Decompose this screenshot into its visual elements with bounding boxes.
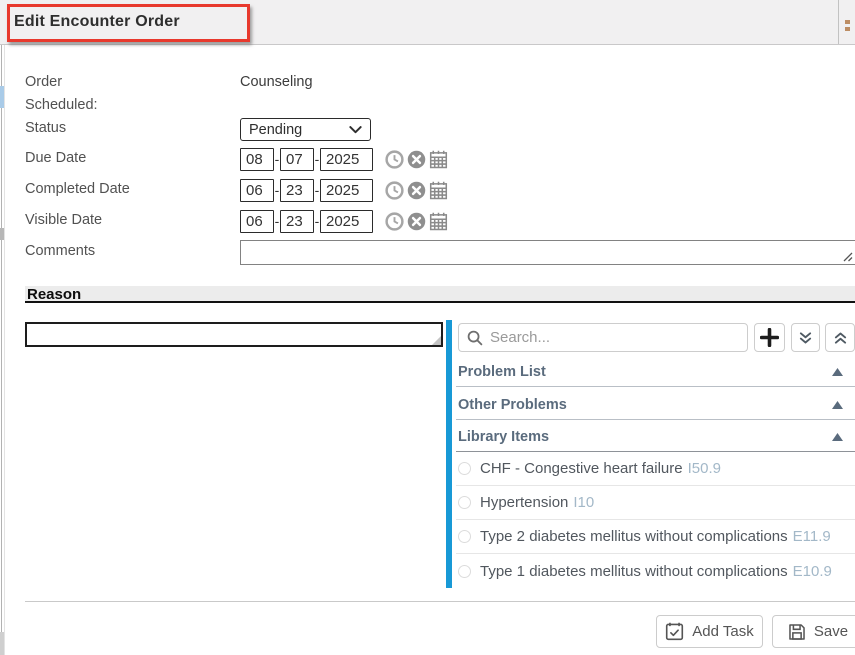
annotation-highlight-box [7, 4, 250, 42]
order-scheduled-label-line2: Scheduled: [25, 97, 98, 113]
radio-icon [458, 496, 471, 509]
completed-date-year-input[interactable] [320, 179, 373, 202]
due-date-year-input[interactable] [320, 148, 373, 171]
visible-date-row: - - [240, 209, 448, 233]
comments-textarea[interactable] [241, 241, 855, 264]
item-code: E10.9 [793, 563, 832, 580]
window-left-inner-border [4, 0, 5, 655]
completed-date-day-input[interactable] [280, 179, 314, 202]
item-name: CHF - Congestive heart failure [480, 460, 683, 477]
accordion-label: Other Problems [458, 397, 567, 413]
add-problem-button[interactable] [754, 323, 785, 352]
visible-date-year-input[interactable] [320, 210, 373, 233]
footer-divider [25, 601, 855, 602]
reason-section-header: Reason [25, 286, 855, 303]
accordion-other-problems[interactable]: Other Problems [456, 390, 855, 420]
library-item[interactable]: CHF - Congestive heart failure I50.9 [456, 452, 855, 486]
status-select[interactable]: Pending [240, 118, 371, 141]
accordion-problem-list[interactable]: Problem List [456, 357, 855, 387]
comments-field-wrap [240, 240, 855, 265]
visible-date-label: Visible Date [25, 212, 102, 228]
due-date-clock-icon[interactable] [384, 149, 404, 169]
double-chevron-up-icon [833, 330, 848, 346]
completed-date-clock-icon[interactable] [384, 180, 404, 200]
reason-textarea[interactable] [27, 324, 441, 345]
status-select-value: Pending [249, 122, 302, 138]
accordion-label: Library Items [458, 429, 549, 445]
due-date-day-input[interactable] [280, 148, 314, 171]
completed-date-clear-icon[interactable] [406, 180, 426, 200]
completed-date-calendar-icon[interactable] [428, 180, 448, 200]
reason-input-wrap [25, 322, 443, 347]
calendar-check-icon [665, 622, 684, 641]
truncated-icon [845, 20, 853, 34]
item-name: Hypertension [480, 494, 568, 511]
search-input[interactable] [490, 329, 739, 346]
due-date-row: - - [240, 147, 448, 171]
comments-label: Comments [25, 243, 95, 259]
due-date-clear-icon[interactable] [406, 149, 426, 169]
titlebar-divider [838, 0, 839, 44]
add-task-label: Add Task [692, 623, 753, 640]
item-name: Type 1 diabetes mellitus without complic… [480, 563, 788, 580]
collapse-all-button[interactable] [825, 323, 855, 352]
due-date-month-input[interactable] [240, 148, 274, 171]
completed-date-row: - - [240, 178, 448, 202]
order-value: Counseling [240, 74, 313, 90]
visible-date-clock-icon[interactable] [384, 211, 404, 231]
visible-date-clear-icon[interactable] [406, 211, 426, 231]
save-icon [788, 623, 806, 641]
visible-date-month-input[interactable] [240, 210, 274, 233]
triangle-up-icon [832, 433, 843, 441]
visible-date-calendar-icon[interactable] [428, 211, 448, 231]
item-code: I10 [573, 494, 594, 511]
save-button[interactable]: Save [772, 615, 855, 648]
picker-accent-bar [446, 320, 452, 588]
save-label: Save [814, 623, 848, 640]
completed-date-month-input[interactable] [240, 179, 274, 202]
visible-date-day-input[interactable] [280, 210, 314, 233]
reason-title: Reason [27, 286, 81, 303]
due-date-label: Due Date [25, 150, 86, 166]
radio-icon [458, 565, 471, 578]
left-scroll-artifact-blue [0, 86, 4, 108]
item-code: E11.9 [793, 528, 831, 545]
completed-date-label: Completed Date [25, 181, 130, 197]
double-chevron-down-icon [798, 330, 813, 346]
library-item[interactable]: Hypertension I10 [456, 486, 855, 520]
item-code: I50.9 [688, 460, 721, 477]
library-item[interactable]: Type 1 diabetes mellitus without complic… [456, 554, 855, 588]
problem-search [458, 323, 748, 352]
left-edge-artifact-bottom [0, 632, 4, 655]
due-date-calendar-icon[interactable] [428, 149, 448, 169]
triangle-up-icon [832, 368, 843, 376]
plus-icon [760, 328, 779, 347]
left-scroll-artifact-gray [0, 228, 4, 240]
chevron-down-icon [349, 126, 362, 134]
radio-icon [458, 530, 471, 543]
search-icon [467, 330, 483, 346]
radio-icon [458, 462, 471, 475]
status-label: Status [25, 120, 66, 136]
add-task-button[interactable]: Add Task [656, 615, 763, 648]
accordion-label: Problem List [458, 364, 546, 380]
accordion-library-items[interactable]: Library Items [456, 423, 855, 452]
order-scheduled-label-line1: Order [25, 74, 62, 90]
expand-all-button[interactable] [791, 323, 820, 352]
library-item[interactable]: Type 2 diabetes mellitus without complic… [456, 520, 855, 554]
item-name: Type 2 diabetes mellitus without complic… [480, 528, 788, 545]
edit-encounter-order-dialog: Edit Encounter Order Order Scheduled: St… [0, 0, 855, 655]
triangle-up-icon [832, 401, 843, 409]
